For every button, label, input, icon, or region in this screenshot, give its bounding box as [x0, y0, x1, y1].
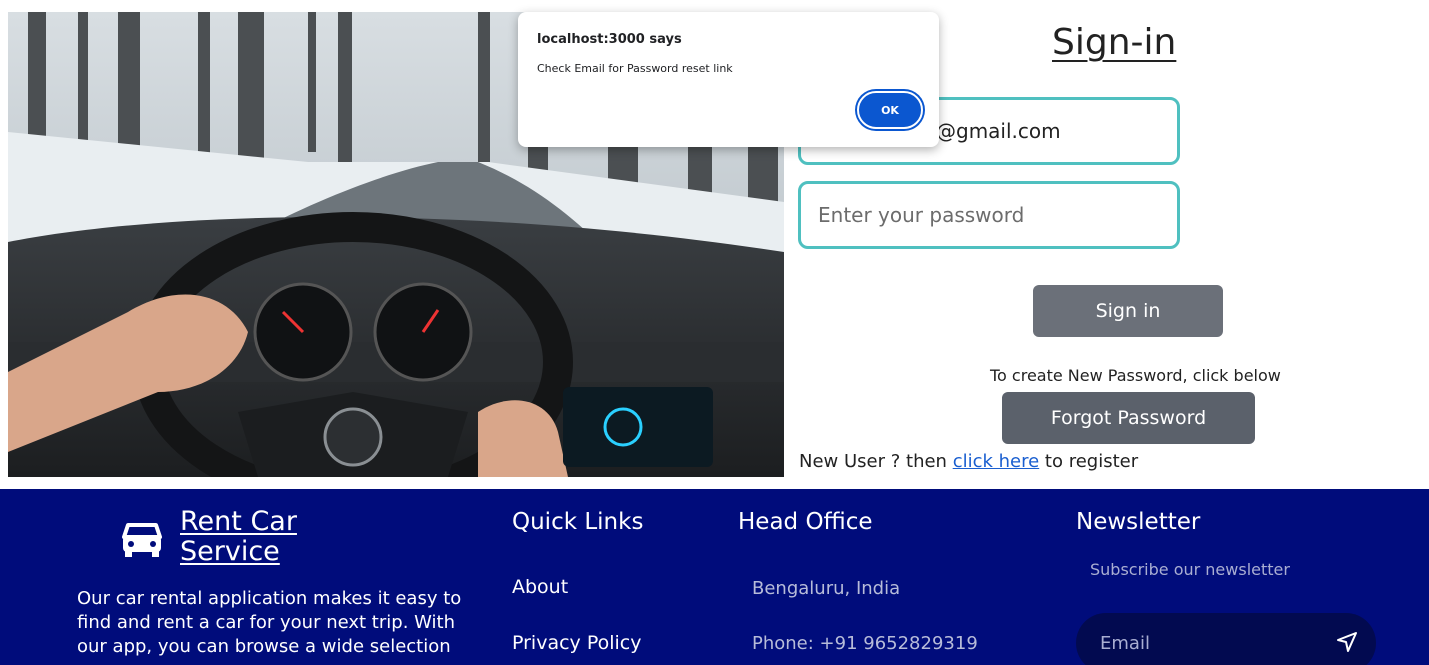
- brand-line-1: Rent Car: [180, 506, 297, 537]
- newsletter-email-input[interactable]: Email: [1076, 613, 1376, 665]
- quick-link-privacy-policy[interactable]: Privacy Policy: [512, 632, 641, 654]
- email-value: @gmail.com: [936, 119, 1061, 143]
- password-field[interactable]: Enter your password: [798, 181, 1180, 249]
- office-location: Bengaluru, India: [752, 578, 901, 599]
- brand-name[interactable]: Rent Car Service: [180, 507, 297, 567]
- office-phone: Phone: +91 9652829319: [752, 633, 978, 654]
- register-suffix: to register: [1039, 451, 1139, 472]
- dialog-title: localhost:3000 says: [537, 32, 682, 47]
- dialog-message: Check Email for Password reset link: [537, 62, 733, 75]
- head-office-title: Head Office: [738, 509, 873, 535]
- page-title: Sign-in: [1052, 22, 1177, 63]
- forgot-password-button[interactable]: Forgot Password: [1002, 392, 1255, 444]
- password-placeholder: Enter your password: [818, 203, 1025, 227]
- newsletter-title: Newsletter: [1076, 509, 1201, 535]
- register-prompt: New User ? then click here to register: [799, 451, 1138, 472]
- sign-in-button[interactable]: Sign in: [1033, 285, 1223, 337]
- forgot-password-hint: To create New Password, click below: [990, 366, 1281, 385]
- register-prefix: New User ? then: [799, 451, 953, 472]
- register-link[interactable]: click here: [953, 451, 1040, 472]
- dialog-ok-button[interactable]: OK: [857, 91, 923, 129]
- about-text: Our car rental application makes it easy…: [77, 588, 462, 657]
- quick-link-about[interactable]: About: [512, 576, 568, 598]
- footer: Rent Car Service Our car rental applicat…: [0, 489, 1429, 665]
- newsletter-placeholder: Email: [1100, 632, 1150, 654]
- send-icon[interactable]: [1336, 631, 1358, 653]
- brand-line-2: Service: [180, 536, 280, 567]
- page: Sign-in @gmail.com Enter your password S…: [0, 0, 1429, 665]
- alert-dialog: localhost:3000 says Check Email for Pass…: [518, 12, 939, 147]
- newsletter-subtitle: Subscribe our newsletter: [1090, 560, 1290, 579]
- car-icon: [122, 523, 162, 557]
- quick-links-title: Quick Links: [512, 509, 644, 535]
